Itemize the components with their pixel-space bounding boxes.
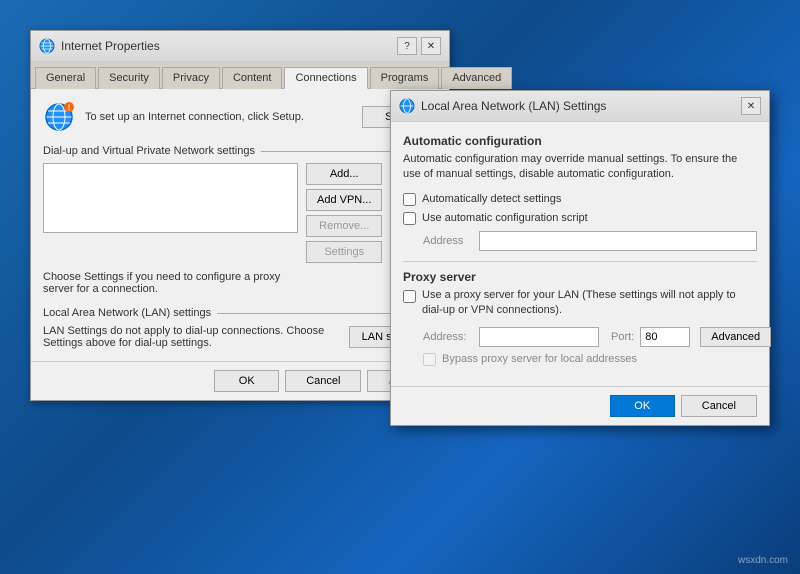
watermark: wsxdn.com — [738, 555, 788, 566]
tab-privacy[interactable]: Privacy — [162, 67, 220, 89]
lan-cancel-button[interactable]: Cancel — [681, 395, 757, 417]
tab-programs[interactable]: Programs — [370, 67, 440, 89]
proxy-checkbox[interactable] — [403, 290, 416, 303]
tab-general[interactable]: General — [35, 67, 96, 89]
auto-script-label: Use automatic configuration script — [422, 212, 588, 224]
proxy-help-text: Choose Settings if you need to configure… — [43, 271, 298, 295]
address-input[interactable] — [479, 231, 757, 251]
dialog-bottom-buttons: OK Cancel Apply — [31, 361, 449, 400]
close-button[interactable]: ✕ — [421, 37, 441, 55]
proxy-checkbox-label: Use a proxy server for your LAN (These s… — [422, 288, 757, 319]
cancel-button[interactable]: Cancel — [285, 370, 361, 392]
dialup-section-header: Dial-up and Virtual Private Network sett… — [43, 145, 437, 157]
tab-security[interactable]: Security — [98, 67, 160, 89]
auto-config-title: Automatic configuration — [403, 134, 757, 148]
auto-detect-label: Automatically detect settings — [422, 193, 561, 205]
proxy-address-input[interactable] — [479, 327, 599, 347]
dialup-list[interactable] — [43, 163, 298, 233]
internet-properties-title: Internet Properties — [61, 39, 160, 53]
lan-description: LAN Settings do not apply to dial-up con… — [43, 325, 341, 349]
add-vpn-button[interactable]: Add VPN... — [306, 189, 382, 211]
lan-row: LAN Settings do not apply to dial-up con… — [43, 325, 437, 349]
lan-titlebar-left: Local Area Network (LAN) Settings — [399, 98, 606, 114]
proxy-addr-row: Address: Port: Advanced — [423, 327, 757, 347]
proxy-address-label: Address: — [423, 331, 473, 343]
lan-dialog-bottom: OK Cancel — [391, 386, 769, 425]
auto-config-desc: Automatic configuration may override man… — [403, 152, 757, 183]
auto-address-row: Address — [423, 231, 757, 251]
lan-ok-button[interactable]: OK — [610, 395, 675, 417]
advanced-proxy-button[interactable]: Advanced — [700, 327, 771, 347]
address-label: Address — [423, 235, 473, 247]
bypass-row: Bypass proxy server for local addresses — [423, 353, 757, 366]
vpn-row: Add... Add VPN... Remove... Settings — [43, 163, 437, 263]
tab-connections[interactable]: Connections — [284, 67, 367, 89]
setup-row: ! To set up an Internet connection, clic… — [43, 101, 437, 133]
tabs-bar: General Security Privacy Content Connect… — [31, 62, 449, 89]
setup-description: To set up an Internet connection, click … — [85, 111, 352, 123]
bypass-label: Bypass proxy server for local addresses — [442, 353, 637, 365]
titlebar-left: Internet Properties — [39, 38, 160, 54]
dialog-content: ! To set up an Internet connection, clic… — [31, 89, 449, 361]
internet-properties-icon — [39, 38, 55, 54]
settings-button[interactable]: Settings — [306, 241, 382, 263]
lan-section-header: Local Area Network (LAN) settings — [43, 307, 437, 319]
port-input[interactable] — [640, 327, 690, 347]
auto-script-checkbox[interactable] — [403, 212, 416, 225]
vpn-buttons: Add... Add VPN... Remove... Settings — [306, 163, 382, 263]
lan-section: Local Area Network (LAN) settings LAN Se… — [43, 307, 437, 349]
remove-button[interactable]: Remove... — [306, 215, 382, 237]
port-label: Port: — [611, 331, 634, 343]
internet-properties-dialog: Internet Properties ? ✕ General Security… — [30, 30, 450, 401]
proxy-checkbox-row: Use a proxy server for your LAN (These s… — [403, 288, 757, 319]
section-divider — [403, 261, 757, 262]
lan-settings-dialog: Local Area Network (LAN) Settings ✕ Auto… — [390, 90, 770, 426]
help-button[interactable]: ? — [397, 37, 417, 55]
auto-detect-checkbox[interactable] — [403, 193, 416, 206]
lan-titlebar: Local Area Network (LAN) Settings ✕ — [391, 91, 769, 122]
lan-dialog-icon — [399, 98, 415, 114]
lan-close-button[interactable]: ✕ — [741, 97, 761, 115]
auto-script-row: Use automatic configuration script — [403, 212, 757, 225]
add-button[interactable]: Add... — [306, 163, 382, 185]
tab-advanced[interactable]: Advanced — [441, 67, 512, 89]
tab-content[interactable]: Content — [222, 67, 283, 89]
ok-button[interactable]: OK — [214, 370, 279, 392]
proxy-section-title: Proxy server — [403, 270, 757, 284]
titlebar-buttons: ? ✕ — [397, 37, 441, 55]
svg-text:!: ! — [68, 104, 71, 113]
lan-dialog-content: Automatic configuration Automatic config… — [391, 122, 769, 386]
globe-icon: ! — [43, 101, 75, 133]
lan-dialog-title: Local Area Network (LAN) Settings — [421, 99, 606, 113]
bypass-checkbox[interactable] — [423, 353, 436, 366]
internet-properties-titlebar: Internet Properties ? ✕ — [31, 31, 449, 62]
auto-detect-row: Automatically detect settings — [403, 193, 757, 206]
